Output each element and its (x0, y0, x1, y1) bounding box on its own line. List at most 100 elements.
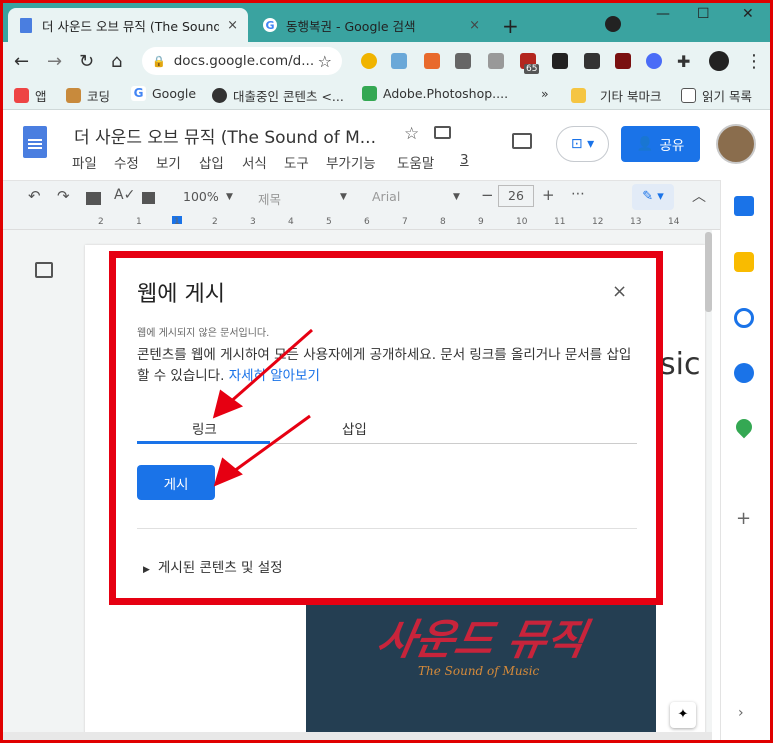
browser-tab-strip: 더 사운드 오브 뮤직 (The Sound of Music) × G 동행복… (0, 0, 773, 42)
reading-list[interactable]: 읽기 목록 (681, 86, 752, 105)
tab-search-icon[interactable] (605, 16, 621, 32)
bookmark-item[interactable]: G Google (131, 86, 196, 101)
editing-mode-pencil-icon[interactable]: ✎ ▾ (632, 184, 674, 210)
collapse-menu-chevron-up-icon[interactable]: ︿ (692, 186, 706, 206)
ruler-mark: 1 (174, 217, 180, 227)
style-select[interactable]: 제목 (258, 189, 281, 208)
dialog-close-icon[interactable]: × (612, 281, 627, 302)
url-field[interactable]: 🔒 docs.google.com/d... ☆ (142, 47, 342, 75)
tab-title: 동행복권 - Google 검색 (286, 18, 416, 34)
keep-icon[interactable] (734, 252, 754, 272)
bookmarks-overflow[interactable]: » (541, 86, 549, 101)
font-size-input[interactable]: 26 (498, 185, 534, 207)
increase-font-size-button[interactable]: + (542, 186, 555, 204)
extension-icon[interactable] (584, 53, 600, 69)
ruler-mark: 14 (668, 217, 680, 227)
menu-tools[interactable]: 도구 (284, 152, 309, 172)
star-icon[interactable]: ☆ (404, 124, 419, 144)
active-tab-indicator (137, 441, 270, 444)
decrease-font-size-button[interactable]: − (481, 186, 494, 204)
print-icon[interactable] (86, 192, 101, 205)
close-window-button[interactable]: ✕ (742, 6, 754, 22)
more-options-button[interactable]: ⋯ (571, 186, 585, 202)
new-tab-button[interactable]: + (502, 14, 519, 38)
learn-more-link[interactable]: 자세히 알아보기 (229, 368, 320, 384)
outline-icon[interactable] (35, 262, 53, 278)
publish-button[interactable]: 게시 (137, 465, 215, 500)
reload-icon[interactable]: ↻ (79, 51, 94, 72)
tasks-icon[interactable] (734, 308, 754, 328)
undo-icon[interactable]: ↶ (28, 187, 41, 205)
profile-avatar-icon[interactable] (709, 51, 729, 71)
menu-view[interactable]: 보기 (156, 152, 181, 172)
menu-file[interactable]: 파일 (72, 152, 97, 172)
tab-active-document[interactable]: 더 사운드 오브 뮤직 (The Sound of Music) × (8, 8, 248, 42)
extension-icon[interactable] (615, 53, 631, 69)
ruler-mark: 9 (478, 217, 484, 227)
paint-format-icon[interactable] (142, 192, 155, 204)
minimize-button[interactable]: — (656, 6, 670, 22)
globe-icon (212, 88, 227, 103)
maximize-button[interactable]: ☐ (697, 6, 710, 22)
comment-history-icon[interactable] (512, 133, 532, 149)
redo-icon[interactable]: ↷ (57, 187, 70, 205)
tab-close-icon[interactable]: × (469, 18, 480, 33)
dialog-description: 콘텐츠를 웹에 게시하여 모든 사용자에게 공개하세요. 문서 링크를 올리거나… (137, 347, 632, 384)
forward-arrow-icon[interactable]: → (47, 51, 62, 72)
back-arrow-icon[interactable]: ← (14, 51, 29, 72)
extension-icon[interactable] (646, 53, 662, 69)
extension-icon[interactable] (361, 53, 377, 69)
bookmark-item[interactable]: Adobe.Photoshop.... (362, 86, 508, 101)
explore-icon[interactable]: ✦ (670, 702, 696, 728)
chevron-down-icon: ▼ (340, 192, 347, 202)
tab-embed[interactable]: 삽입 (342, 418, 367, 438)
calendar-icon[interactable] (734, 196, 754, 216)
published-settings-expander[interactable]: ▶ 게시된 콘텐츠 및 설정 (143, 556, 283, 576)
menu-addons[interactable]: 부가기능 (326, 152, 376, 172)
menu-format[interactable]: 서식 (242, 152, 267, 172)
more-menu-icon[interactable]: ⋮ (745, 51, 763, 72)
menu-help[interactable]: 도움말 (397, 152, 434, 172)
google-icon: G (131, 86, 146, 101)
add-addon-plus-icon[interactable]: + (736, 508, 751, 529)
share-button[interactable]: 👤 공유 (621, 126, 700, 162)
ruler-mark: 2 (212, 217, 218, 227)
puzzle-extensions-icon[interactable]: ✚ (677, 52, 690, 71)
tab-close-icon[interactable]: × (227, 18, 238, 33)
zoom-select[interactable]: 100% (183, 189, 219, 204)
extension-icon[interactable] (391, 53, 407, 69)
extension-badge: 65 (524, 64, 540, 74)
tab-search[interactable]: G 동행복권 - Google 검색 × (252, 8, 490, 42)
lock-icon: 🔒 (152, 54, 166, 68)
bookmark-item[interactable]: 앱 (14, 86, 47, 105)
ruler-mark: 3 (250, 217, 256, 227)
user-avatar[interactable] (716, 124, 756, 164)
bookmark-folder[interactable]: 기타 북마크 (571, 86, 661, 105)
tab-link[interactable]: 링크 (192, 418, 217, 438)
document-title[interactable]: 더 사운드 오브 뮤직 (The Sound of M... (74, 123, 376, 148)
extension-icon[interactable] (552, 53, 568, 69)
contacts-icon[interactable] (734, 363, 754, 383)
dialog-tabs: 링크 삽입 (137, 414, 637, 444)
dialog-title: 웹에 게시 (137, 282, 225, 307)
extension-icon[interactable] (455, 53, 471, 69)
extension-icon[interactable] (424, 53, 440, 69)
font-select[interactable]: Arial (372, 189, 400, 204)
ruler: 2 1 1 2 3 4 5 6 7 8 9 10 11 12 13 14 (0, 214, 720, 230)
google-docs-logo-icon[interactable] (23, 126, 47, 158)
vertical-scrollbar[interactable] (705, 232, 712, 312)
bookmark-item[interactable]: 코딩 (66, 86, 110, 105)
last-edit-link[interactable]: 3 (460, 152, 469, 168)
menu-edit[interactable]: 수정 (114, 152, 139, 172)
horizontal-scrollbar[interactable] (0, 732, 712, 743)
extension-icon[interactable] (488, 53, 504, 69)
spellcheck-icon[interactable]: A✓ (114, 187, 135, 203)
menu-insert[interactable]: 삽입 (199, 152, 224, 172)
ruler-mark: 8 (440, 217, 446, 227)
bookmark-item[interactable]: 대출중인 콘텐츠 <... (212, 86, 344, 105)
home-icon[interactable]: ⌂ (111, 51, 122, 72)
expand-chevron-right-icon[interactable]: › (738, 705, 744, 721)
move-folder-icon[interactable] (434, 126, 451, 139)
present-button[interactable]: ⊡ ▾ (556, 126, 609, 162)
bookmark-star-icon[interactable]: ☆ (318, 52, 332, 71)
